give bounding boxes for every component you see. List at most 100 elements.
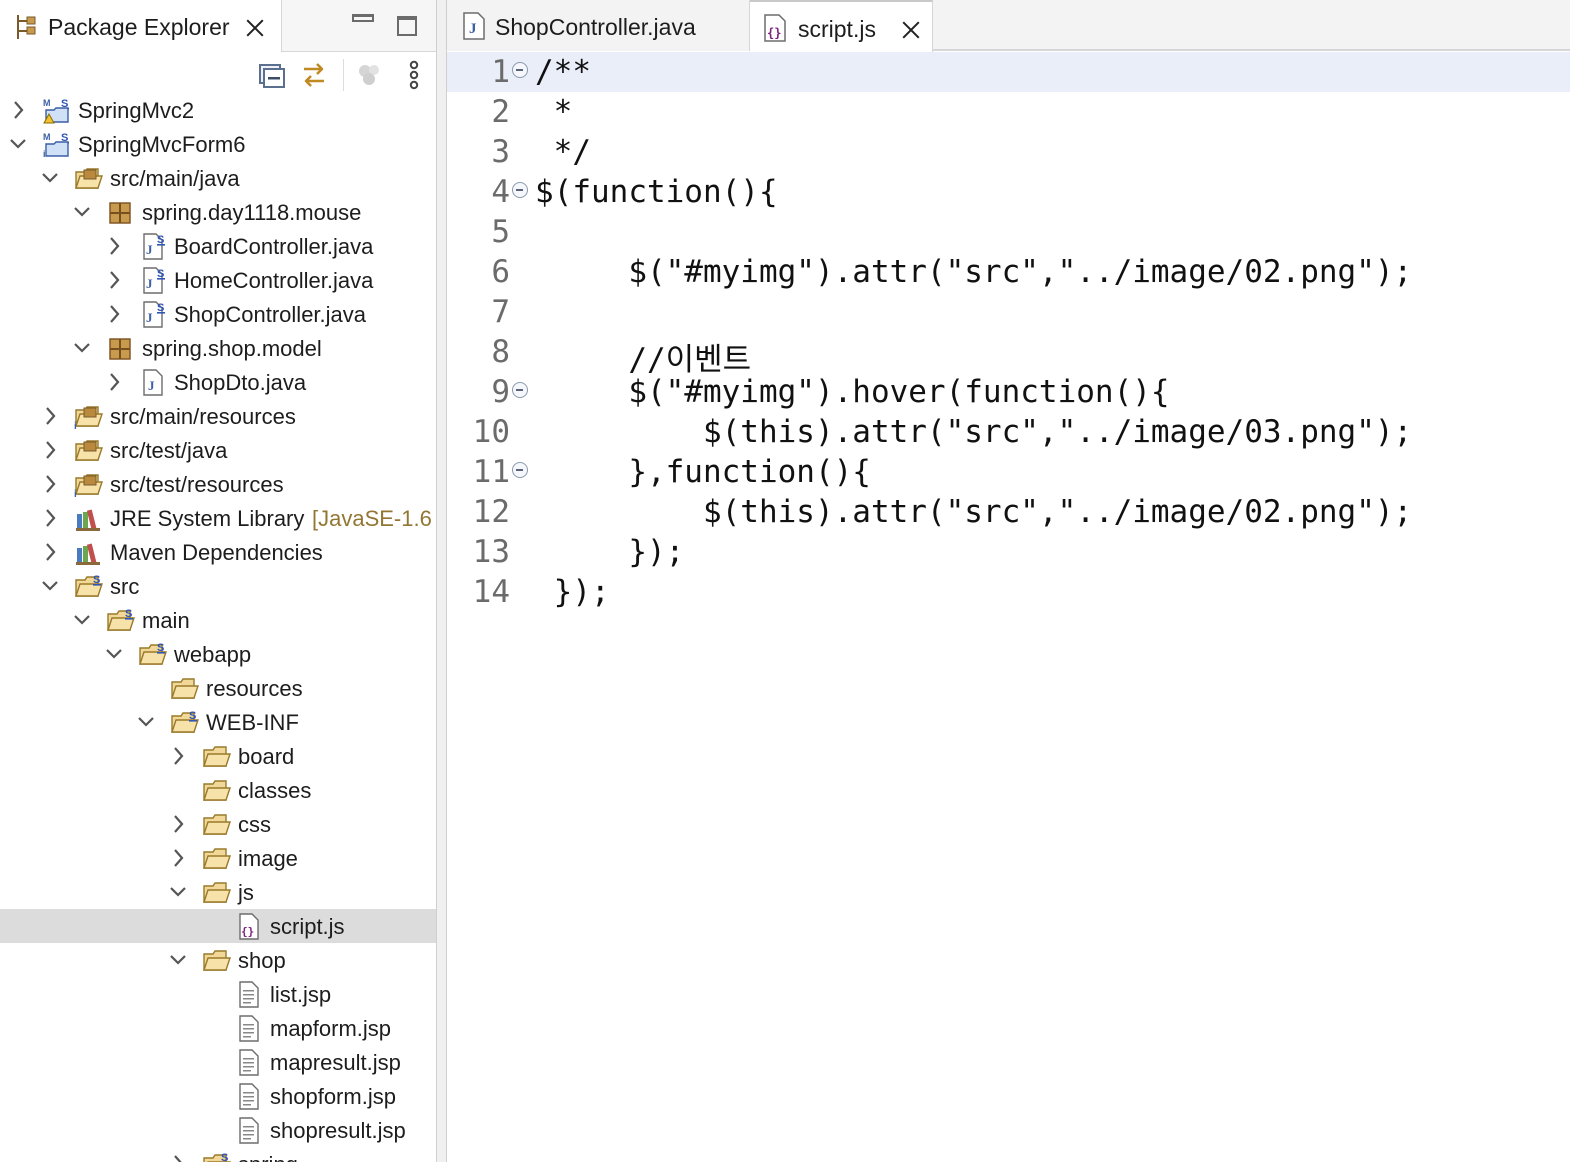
- tree-item[interactable]: J S HomeController.java: [0, 263, 436, 297]
- folder-icon: [203, 780, 231, 801]
- chevron-right-icon[interactable]: [104, 235, 124, 257]
- chevron-right-icon[interactable]: [104, 371, 124, 393]
- chevron-down-icon[interactable]: [72, 609, 92, 631]
- chevron-right-icon[interactable]: [168, 745, 188, 767]
- tree-item[interactable]: shopresult.jsp: [0, 1113, 436, 1147]
- code-line[interactable]: 4 $(function(){: [447, 172, 1570, 212]
- chevron-right-icon[interactable]: [104, 303, 124, 325]
- chevron-right-icon[interactable]: [104, 269, 124, 291]
- fold-collapse-icon[interactable]: [512, 462, 528, 478]
- view-sash[interactable]: [436, 0, 447, 1162]
- code-line[interactable]: 9 $("#myimg").hover(function(){: [447, 372, 1570, 412]
- chevron-right-icon[interactable]: [168, 847, 188, 869]
- chevron-right-icon[interactable]: [40, 405, 60, 427]
- chevron-down-icon[interactable]: [168, 881, 188, 903]
- tree-item[interactable]: js: [0, 875, 436, 909]
- link-with-editor-icon[interactable]: [298, 59, 330, 91]
- chevron-down-icon[interactable]: [72, 201, 92, 223]
- chevron-right-icon[interactable]: [168, 1153, 188, 1162]
- tree-item[interactable]: mapform.jsp: [0, 1011, 436, 1045]
- tree-item[interactable]: mapresult.jsp: [0, 1045, 436, 1079]
- code-line[interactable]: 3 */: [447, 132, 1570, 172]
- tree-item[interactable]: image: [0, 841, 436, 875]
- tree-item[interactable]: J S BoardController.java: [0, 229, 436, 263]
- chevron-right-icon[interactable]: [40, 507, 60, 529]
- code-line[interactable]: 10 $(this).attr("src","../image/03.png")…: [447, 412, 1570, 452]
- code-line[interactable]: 12 $(this).attr("src","../image/02.png")…: [447, 492, 1570, 532]
- filter-icon[interactable]: [354, 59, 386, 91]
- chevron-down-icon[interactable]: [40, 167, 60, 189]
- chevron-down-icon[interactable]: [136, 711, 156, 733]
- tab-script-js[interactable]: {} script.js: [750, 0, 933, 52]
- chevron-right-icon[interactable]: [40, 473, 60, 495]
- minimize-icon[interactable]: [352, 14, 374, 22]
- line-number: 2: [491, 94, 510, 130]
- chevron-right-icon[interactable]: [40, 439, 60, 461]
- source-folder-info-icon: i: [74, 406, 103, 430]
- code-line[interactable]: 13 });: [447, 532, 1570, 572]
- java-spring-file-icon: JS: [143, 267, 165, 294]
- chevron-down-icon[interactable]: [72, 337, 92, 359]
- chevron-down-icon[interactable]: [40, 575, 60, 597]
- code-line[interactable]: 6 $("#myimg").attr("src","../image/02.pn…: [447, 252, 1570, 292]
- fold-collapse-icon[interactable]: [512, 382, 528, 398]
- code-area[interactable]: 1/** 2 * 3 */4 $(function(){5 6 $("#myimg").…: [447, 51, 1570, 1162]
- tree-item[interactable]: M Si SpringMvcForm6: [0, 127, 436, 161]
- tree-item[interactable]: shopform.jsp: [0, 1079, 436, 1113]
- tree-item[interactable]: spring.day1118.mouse: [0, 195, 436, 229]
- fold-collapse-icon[interactable]: [512, 182, 528, 198]
- tree-item-label: image: [238, 846, 298, 871]
- tree-item[interactable]: Ssrc: [0, 569, 436, 603]
- chevron-right-icon[interactable]: [168, 813, 188, 835]
- fold-collapse-icon[interactable]: [512, 62, 528, 78]
- chevron-right-icon[interactable]: [8, 99, 28, 121]
- chevron-down-icon[interactable]: [8, 133, 28, 155]
- library-icon: [76, 543, 100, 565]
- chevron-down-icon[interactable]: [104, 643, 124, 665]
- tree-item[interactable]: J ShopDto.java: [0, 365, 436, 399]
- tree-item[interactable]: spring.shop.model: [0, 331, 436, 365]
- tab-shopcontroller-java[interactable]: J ShopController.java: [447, 0, 750, 51]
- tree-item[interactable]: J S ShopController.java: [0, 297, 436, 331]
- tree-item[interactable]: list.jsp: [0, 977, 436, 1011]
- tree-item[interactable]: Smain: [0, 603, 436, 637]
- tree-item[interactable]: css: [0, 807, 436, 841]
- tree-item[interactable]: M S SpringMvc2: [0, 93, 436, 127]
- tab-label: script.js: [798, 16, 876, 42]
- tree-item-label: classes: [238, 778, 312, 803]
- code-line[interactable]: 1 /**: [447, 52, 1570, 92]
- svg-text:{}: {}: [241, 925, 254, 938]
- tree-item[interactable]: i src/main/resources: [0, 399, 436, 433]
- collapse-all-icon[interactable]: [256, 59, 288, 91]
- maximize-icon[interactable]: [397, 16, 417, 36]
- tree-item[interactable]: resources: [0, 671, 436, 705]
- code-line[interactable]: 5: [447, 212, 1570, 252]
- tree-item[interactable]: i src/test/resources: [0, 467, 436, 501]
- tab-package-explorer[interactable]: Package Explorer: [0, 0, 282, 52]
- view-menu-icon[interactable]: [398, 59, 430, 91]
- tree-item[interactable]: classes: [0, 773, 436, 807]
- code-line[interactable]: 11 },function(){: [447, 452, 1570, 492]
- tree-item[interactable]: JRE System Library [JavaSE-1.6: [0, 501, 436, 535]
- code-line[interactable]: 7: [447, 292, 1570, 332]
- tree-item[interactable]: src/main/java: [0, 161, 436, 195]
- tree-item[interactable]: Swebapp: [0, 637, 436, 671]
- tree-item[interactable]: {} script.js: [0, 909, 436, 943]
- code-line[interactable]: 14 });: [447, 572, 1570, 612]
- tree-item[interactable]: shop: [0, 943, 436, 977]
- java-spring-file-icon: JS: [143, 233, 165, 260]
- close-icon[interactable]: [900, 19, 922, 41]
- close-icon[interactable]: [244, 17, 266, 39]
- source-folder-icon: [75, 168, 103, 189]
- svg-text:S: S: [221, 1152, 228, 1162]
- chevron-right-icon[interactable]: [40, 541, 60, 563]
- tree-item[interactable]: S WEB-INF: [0, 705, 436, 739]
- code-line[interactable]: 2 *: [447, 92, 1570, 132]
- tree-item[interactable]: board: [0, 739, 436, 773]
- chevron-down-icon[interactable]: [168, 949, 188, 971]
- folder-icon: [203, 848, 231, 869]
- tree-item[interactable]: src/test/java: [0, 433, 436, 467]
- tree-item[interactable]: Sspring: [0, 1147, 436, 1162]
- tree-item[interactable]: Maven Dependencies: [0, 535, 436, 569]
- code-line[interactable]: 8 //이벤트: [447, 332, 1570, 378]
